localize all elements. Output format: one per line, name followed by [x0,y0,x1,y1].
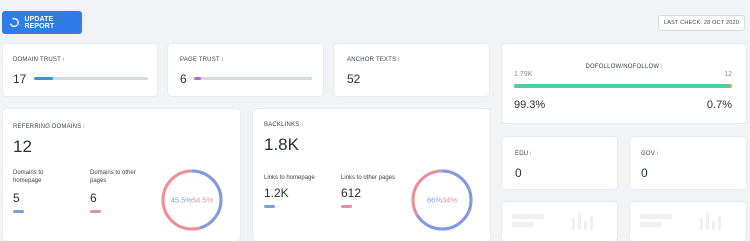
dofollow-bar [514,84,732,88]
other-pages-legend-swatch [341,205,352,208]
donut-percent-labels: 45.5%54.5% [171,196,214,205]
refresh-icon [9,17,19,28]
update-report-label: UPDATE REPORT [24,15,55,30]
page-trust-card: PAGE TRUST i 6 [168,44,323,96]
links-to-other-label: Links to other pages [341,175,396,181]
skeleton-bar [572,218,575,230]
gov-card: GOV i 0 [630,137,746,189]
dofollow-bar-fill [514,84,731,88]
domains-to-other-value: 6 [90,191,97,205]
domain-trust-bar [34,77,148,80]
donut-percent-homepage: 66% [427,196,442,205]
info-icon[interactable]: i [83,124,84,130]
links-to-other-value: 612 [341,186,362,200]
info-icon[interactable]: i [63,57,64,63]
info-icon[interactable]: i [222,57,223,63]
page-trust-bar-fill [194,77,202,80]
referring-domains-title: REFERRING DOMAINS i [13,124,85,130]
dofollow-count: 1.79K [514,71,533,78]
nofollow-percent: 0.7% [706,99,732,111]
referring-domains-donut: 45.5%54.5% [161,169,223,231]
domain-trust-value: 17 [13,72,27,86]
homepage-legend-swatch [264,205,275,208]
skeleton-bar [706,212,709,230]
info-icon[interactable]: i [657,151,658,157]
edu-title: EDU i [515,151,532,157]
gov-title: GOV i [641,151,659,157]
domain-trust-bar-fill [34,77,54,80]
skeleton-line [640,222,662,227]
dofollow-percent: 99.3% [514,99,546,111]
skeleton-bar [590,216,593,230]
skeleton-bar [700,218,703,230]
homepage-legend-swatch [13,210,24,213]
anchor-texts-card: ANCHOR TEXTS i 52 [334,44,489,96]
info-icon[interactable]: i [661,64,662,70]
gov-value: 0 [641,166,648,180]
loading-placeholder-card [630,202,746,241]
links-to-homepage-value: 1.2K [264,186,289,200]
skeleton-bar [718,216,721,230]
dofollow-card: DOFOLLOW/NOFOLLOW i 1.79K 12 99.3% 0.7% [502,44,746,123]
donut-percent-homepage: 45.5% [171,196,193,205]
domains-to-homepage-value: 5 [13,191,20,205]
domains-to-other-label: Domains to other pages [90,170,136,184]
info-icon[interactable]: i [530,151,531,157]
backlinks-value: 1.8K [264,135,299,154]
backlinks-card: BACKLINKS i 1.8K Links to homepage 1.2K L… [253,109,490,241]
anchor-texts-value: 52 [347,72,361,86]
page-trust-title: PAGE TRUST i [180,57,224,63]
anchor-texts-title: ANCHOR TEXTS i [347,57,400,63]
edu-card: EDU i 0 [502,137,617,189]
last-check-badge: LAST CHECK: 28 OCT 2020 [657,15,745,31]
page-trust-value: 6 [180,72,187,86]
info-icon[interactable]: i [301,122,302,128]
page-trust-bar [194,77,312,80]
loading-placeholder-card [502,202,617,241]
domains-to-homepage-label: Domains to homepage [13,170,44,184]
skeleton-line [512,222,534,227]
dofollow-title: DOFOLLOW/NOFOLLOW i [585,64,663,70]
domain-trust-title: DOMAIN TRUST i [13,57,65,63]
nofollow-count: 12 [724,71,732,78]
donut-percent-other: 34% [442,196,457,205]
domain-trust-card: DOMAIN TRUST i 17 [3,44,157,96]
skeleton-bar [712,221,715,230]
referring-domains-card: REFERRING DOMAINS i 12 Domains to homepag… [3,109,240,241]
edu-value: 0 [515,166,522,180]
referring-domains-value: 12 [13,137,32,156]
update-report-button[interactable]: UPDATE REPORT [2,11,82,34]
skeleton-line [640,214,672,219]
donut-percent-labels: 66%34% [427,196,457,205]
skeleton-line [512,214,544,219]
donut-percent-other: 54.5% [192,196,214,205]
links-to-homepage-label: Links to homepage [264,175,315,181]
skeleton-bar [584,221,587,230]
other-pages-legend-swatch [90,210,101,213]
info-icon[interactable]: i [398,57,399,63]
backlinks-title: BACKLINKS i [264,122,303,128]
skeleton-bar [578,212,581,230]
backlinks-donut: 66%34% [411,169,473,231]
